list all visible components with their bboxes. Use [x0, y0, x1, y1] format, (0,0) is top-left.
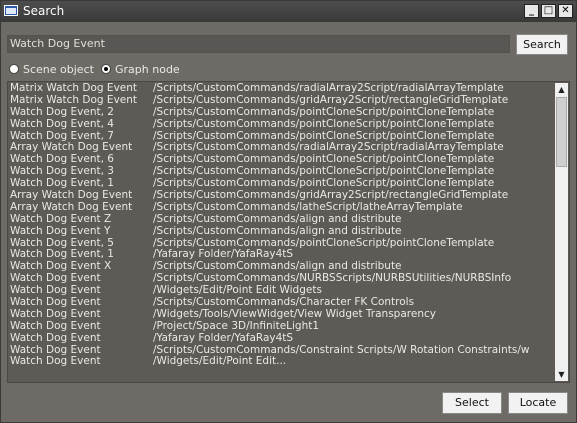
event-name: Watch Dog Event [10, 319, 101, 332]
radio-label: Scene object [23, 62, 94, 76]
list-item[interactable]: Array Watch Dog Event/Scripts/CustomComm… [10, 201, 554, 214]
search-button[interactable]: Search [516, 34, 568, 55]
graph-path: /Scripts/CustomCommands/gridArray2Script… [153, 93, 509, 106]
event-name: Watch Dog Event [10, 355, 101, 368]
event-name: Watch Dog Event, 4 [10, 117, 114, 130]
event-name: Watch Dog Event Z [10, 212, 112, 225]
radio-scene-object[interactable]: Scene object [9, 62, 94, 76]
event-name: Watch Dog Event Y [10, 224, 111, 237]
window-title: Search [23, 4, 65, 18]
event-name: Watch Dog Event [10, 331, 101, 344]
list-item[interactable]: Watch Dog Event, 2/Scripts/CustomCommand… [10, 105, 554, 119]
scrollbar[interactable]: ▲ ▼ [555, 83, 568, 381]
search-window: Search _ □ ✕ Watch Dog Event Search Scen… [0, 0, 577, 423]
minimize-icon[interactable]: _ [524, 4, 539, 18]
event-name: Matrix Watch Dog Event [10, 93, 138, 106]
list-item[interactable]: Watch Dog Event Z/Scripts/CustomCommands… [10, 212, 554, 226]
list-item[interactable]: Watch Dog Event/Project/Space 3D/Infinit… [10, 319, 554, 333]
list-item[interactable]: Watch Dog Event/Widgets/Edit/Point Edit.… [10, 356, 554, 368]
event-name: Watch Dog Event, 2 [10, 105, 114, 118]
radio-graph-node[interactable]: Graph node [101, 62, 180, 76]
radio-button[interactable] [9, 64, 19, 74]
graph-path: /Scripts/CustomCommands/align and distri… [153, 224, 402, 237]
select-button[interactable]: Select [442, 392, 502, 414]
window-icon [4, 5, 18, 16]
graph-path: /Widgets/Edit/Point Edit... [153, 355, 287, 368]
graph-path: /Yafaray Folder/YafaRay4tS [153, 331, 294, 344]
scroll-thumb[interactable] [556, 97, 567, 167]
list-item[interactable]: Watch Dog Event, 4/Scripts/CustomCommand… [10, 117, 554, 131]
radio-button-selected[interactable] [101, 64, 111, 74]
graph-path: /Scripts/CustomCommands/align and distri… [153, 212, 402, 225]
search-input[interactable]: Watch Dog Event [7, 35, 510, 53]
graph-path: /Scripts/CustomCommands/pointCloneScript… [153, 105, 495, 118]
list-item[interactable]: Watch Dog Event Y/Scripts/CustomCommands… [10, 224, 554, 238]
locate-button[interactable]: Locate [508, 392, 568, 414]
scroll-up-icon[interactable]: ▲ [555, 83, 568, 96]
graph-path: /Scripts/CustomCommands/pointCloneScript… [153, 117, 495, 130]
results-rows: Matrix Watch Dog Event/Scripts/CustomCom… [10, 82, 554, 368]
scroll-down-icon[interactable]: ▼ [555, 368, 568, 381]
list-item[interactable]: Watch Dog Event/Yafaray Folder/YafaRay4t… [10, 331, 554, 345]
graph-path: /Project/Space 3D/InfiniteLight1 [153, 319, 320, 332]
list-item[interactable]: Matrix Watch Dog Event/Scripts/CustomCom… [10, 93, 554, 107]
title-bar[interactable]: Search _ □ ✕ [1, 1, 576, 22]
results-list[interactable]: Matrix Watch Dog Event/Scripts/CustomCom… [7, 81, 570, 383]
maximize-icon[interactable]: □ [541, 4, 556, 18]
close-icon[interactable]: ✕ [558, 4, 573, 18]
radio-label: Graph node [115, 62, 180, 76]
